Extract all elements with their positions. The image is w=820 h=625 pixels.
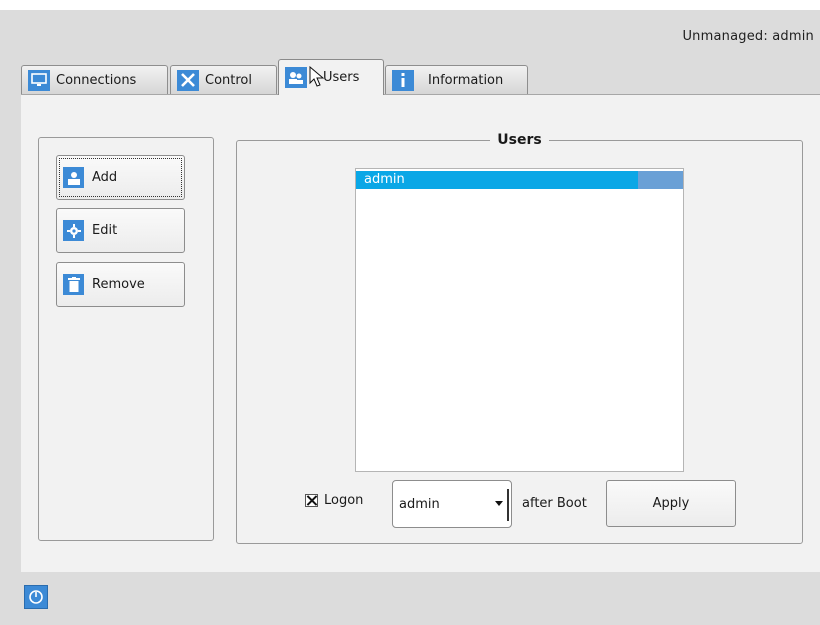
info-icon (392, 69, 414, 91)
tab-label: Connections (56, 72, 137, 88)
tools-icon (177, 69, 199, 91)
users-panel: Add Edit Remove Users admin Logon admin (21, 94, 820, 572)
add-user-button[interactable]: Add (56, 155, 185, 200)
logon-user-value: admin (399, 496, 440, 512)
gear-icon (63, 220, 84, 241)
status-text: Unmanaged: admin (682, 29, 814, 44)
tab-label: Control (205, 72, 252, 88)
monitor-icon (28, 69, 50, 91)
tab-information[interactable]: Information (385, 65, 528, 94)
users-group-title: Users (490, 132, 549, 148)
top-strip (0, 0, 820, 10)
list-item-label: admin (356, 171, 638, 189)
user-icon (63, 167, 84, 188)
tab-users[interactable]: Users (278, 59, 384, 95)
logon-option[interactable]: Logon (305, 493, 363, 508)
edit-label: Edit (92, 223, 118, 238)
users-icon (285, 67, 307, 88)
trash-icon (63, 274, 84, 295)
tab-connections[interactable]: Connections (21, 65, 168, 94)
list-item[interactable]: admin (356, 171, 683, 189)
tab-control[interactable]: Control (170, 65, 277, 94)
power-menu-icon[interactable] (24, 585, 48, 609)
tab-label: Information (428, 72, 504, 88)
users-group: Users admin Logon admin after Boot Apply (236, 132, 803, 544)
mouse-cursor-icon (309, 65, 325, 92)
logon-checkbox[interactable] (305, 494, 318, 507)
users-list[interactable]: admin (355, 168, 684, 472)
remove-label: Remove (92, 277, 145, 292)
edit-user-button[interactable]: Edit (56, 208, 185, 253)
logon-label: Logon (324, 493, 364, 508)
actions-group: Add Edit Remove (38, 137, 214, 541)
logon-user-select[interactable]: admin (392, 480, 512, 528)
remove-user-button[interactable]: Remove (56, 262, 185, 307)
apply-button[interactable]: Apply (606, 480, 736, 527)
after-boot-label: after Boot (522, 496, 587, 511)
add-label: Add (92, 170, 118, 185)
chevron-down-icon (495, 501, 503, 506)
